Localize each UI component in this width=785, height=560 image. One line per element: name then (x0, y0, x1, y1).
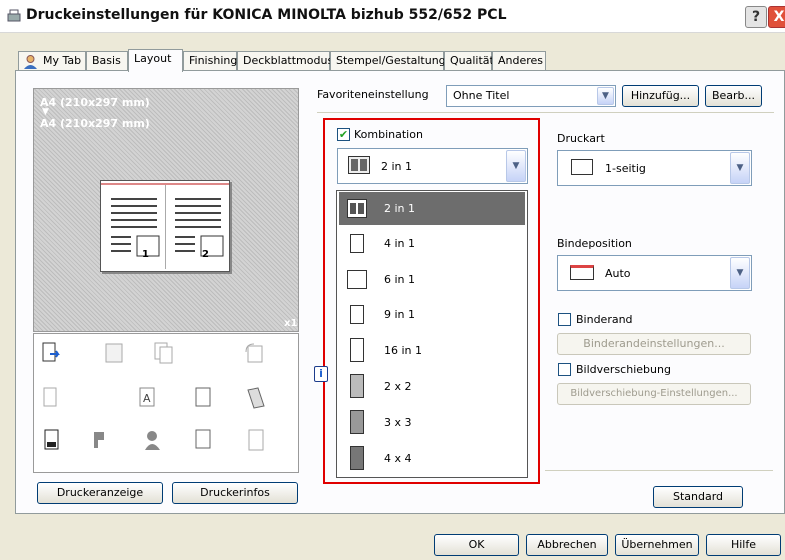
chevron-down-icon[interactable]: ▼ (730, 257, 750, 289)
tab-anderes[interactable]: Anderes (492, 51, 546, 71)
watermark-icon (195, 387, 211, 407)
rotate-icon (245, 343, 263, 363)
favorite-value: Ohne Titel (453, 89, 510, 102)
tab-qualitaet[interactable]: Qualität (444, 51, 494, 71)
apply-button[interactable]: Übernehmen (615, 534, 699, 556)
print-type-label: Druckart (557, 132, 605, 145)
staple-icon (248, 429, 264, 451)
standard-button[interactable]: Standard (653, 486, 743, 508)
paper-size-bottom: A4 (210x297 mm) (40, 117, 150, 130)
printer-icon (7, 9, 21, 22)
highlight-frame (323, 118, 540, 484)
cancel-button[interactable]: Abbrechen (526, 534, 608, 556)
page-content-icon (111, 198, 160, 257)
favorite-add-button[interactable]: Hinzufüg... (622, 85, 699, 107)
help-button[interactable]: Hilfe (706, 534, 781, 556)
tab-layout[interactable]: Layout (128, 49, 183, 72)
binding-margin-checkbox[interactable] (558, 313, 571, 326)
page-number: 2 (202, 249, 209, 260)
print-type-value: 1-seitig (605, 162, 646, 175)
help-title-button[interactable]: ? (745, 6, 767, 28)
window-title: Druckeinstellungen für KONICA MINOLTA bi… (26, 7, 507, 23)
image-shift-label: Bildverschiebung (576, 363, 671, 376)
binding-margin-label: Binderand (576, 313, 633, 326)
user-auth-icon (145, 431, 160, 450)
divider (545, 470, 773, 471)
info-icon[interactable]: i (314, 366, 328, 382)
down-arrow-icon: ▼ (42, 107, 49, 117)
printer-settings-window: Druckeinstellungen für KONICA MINOLTA bi… (0, 0, 785, 560)
tab-stempel-gestaltung[interactable]: Stempel/Gestaltung (330, 51, 446, 71)
print-type-select[interactable]: 1-seitig ▼ (557, 150, 752, 186)
tab-finishing[interactable]: Finishing (183, 51, 237, 71)
page-content-icon (175, 198, 224, 257)
single-side-icon (571, 159, 593, 175)
favorite-edit-button[interactable]: Bearb... (705, 85, 762, 107)
favorite-label: Favoriteneinstellung (317, 88, 429, 101)
secure-print-icon (195, 429, 211, 449)
ok-button[interactable]: OK (434, 534, 519, 556)
paper-size-top: A4 (210x297 mm) (40, 96, 150, 109)
user-icon (24, 55, 37, 69)
title-bar: Druckeinstellungen für KONICA MINOLTA bi… (0, 0, 785, 33)
binding-position-select[interactable]: Auto ▼ (557, 255, 752, 291)
printer-view-button[interactable]: Druckeranzeige (37, 482, 163, 504)
tab-basis[interactable]: Basis (86, 51, 128, 71)
binding-icon (570, 265, 594, 280)
image-shift-settings-button[interactable]: Bildverschiebung-Einstellungen... (557, 383, 751, 405)
stamp-icon (94, 432, 104, 448)
booklet-icon (105, 343, 123, 363)
chevron-down-icon[interactable]: ▼ (730, 152, 750, 184)
page-number: 1 (142, 249, 149, 260)
binding-position-label: Bindeposition (557, 237, 632, 250)
feature-icon-grid: A (33, 333, 299, 473)
close-button[interactable]: X (768, 6, 785, 28)
copies-count: x1 (284, 318, 298, 329)
document-icon (44, 429, 59, 450)
image-shift-checkbox[interactable] (558, 363, 571, 376)
layout-icon (42, 342, 60, 362)
binding-margin-settings-button[interactable]: Binderandeinstellungen... (557, 333, 751, 355)
svg-text:A: A (143, 392, 151, 405)
duplex-icon (154, 342, 173, 364)
tab-my-tab[interactable]: My Tab (18, 51, 86, 71)
overlay-icon (247, 387, 265, 409)
tab-deckblattmodus[interactable]: Deckblattmodus (237, 51, 333, 71)
binding-position-value: Auto (605, 267, 631, 280)
font-icon: A (139, 387, 155, 407)
favorite-select[interactable]: Ohne Titel ▼ (446, 85, 616, 107)
printer-info-button[interactable]: Druckerinfos (172, 482, 298, 504)
divider (317, 112, 774, 113)
copy-icon (43, 387, 57, 407)
chevron-down-icon[interactable]: ▼ (597, 87, 614, 105)
preview-sheet: 1 2 (100, 180, 230, 272)
